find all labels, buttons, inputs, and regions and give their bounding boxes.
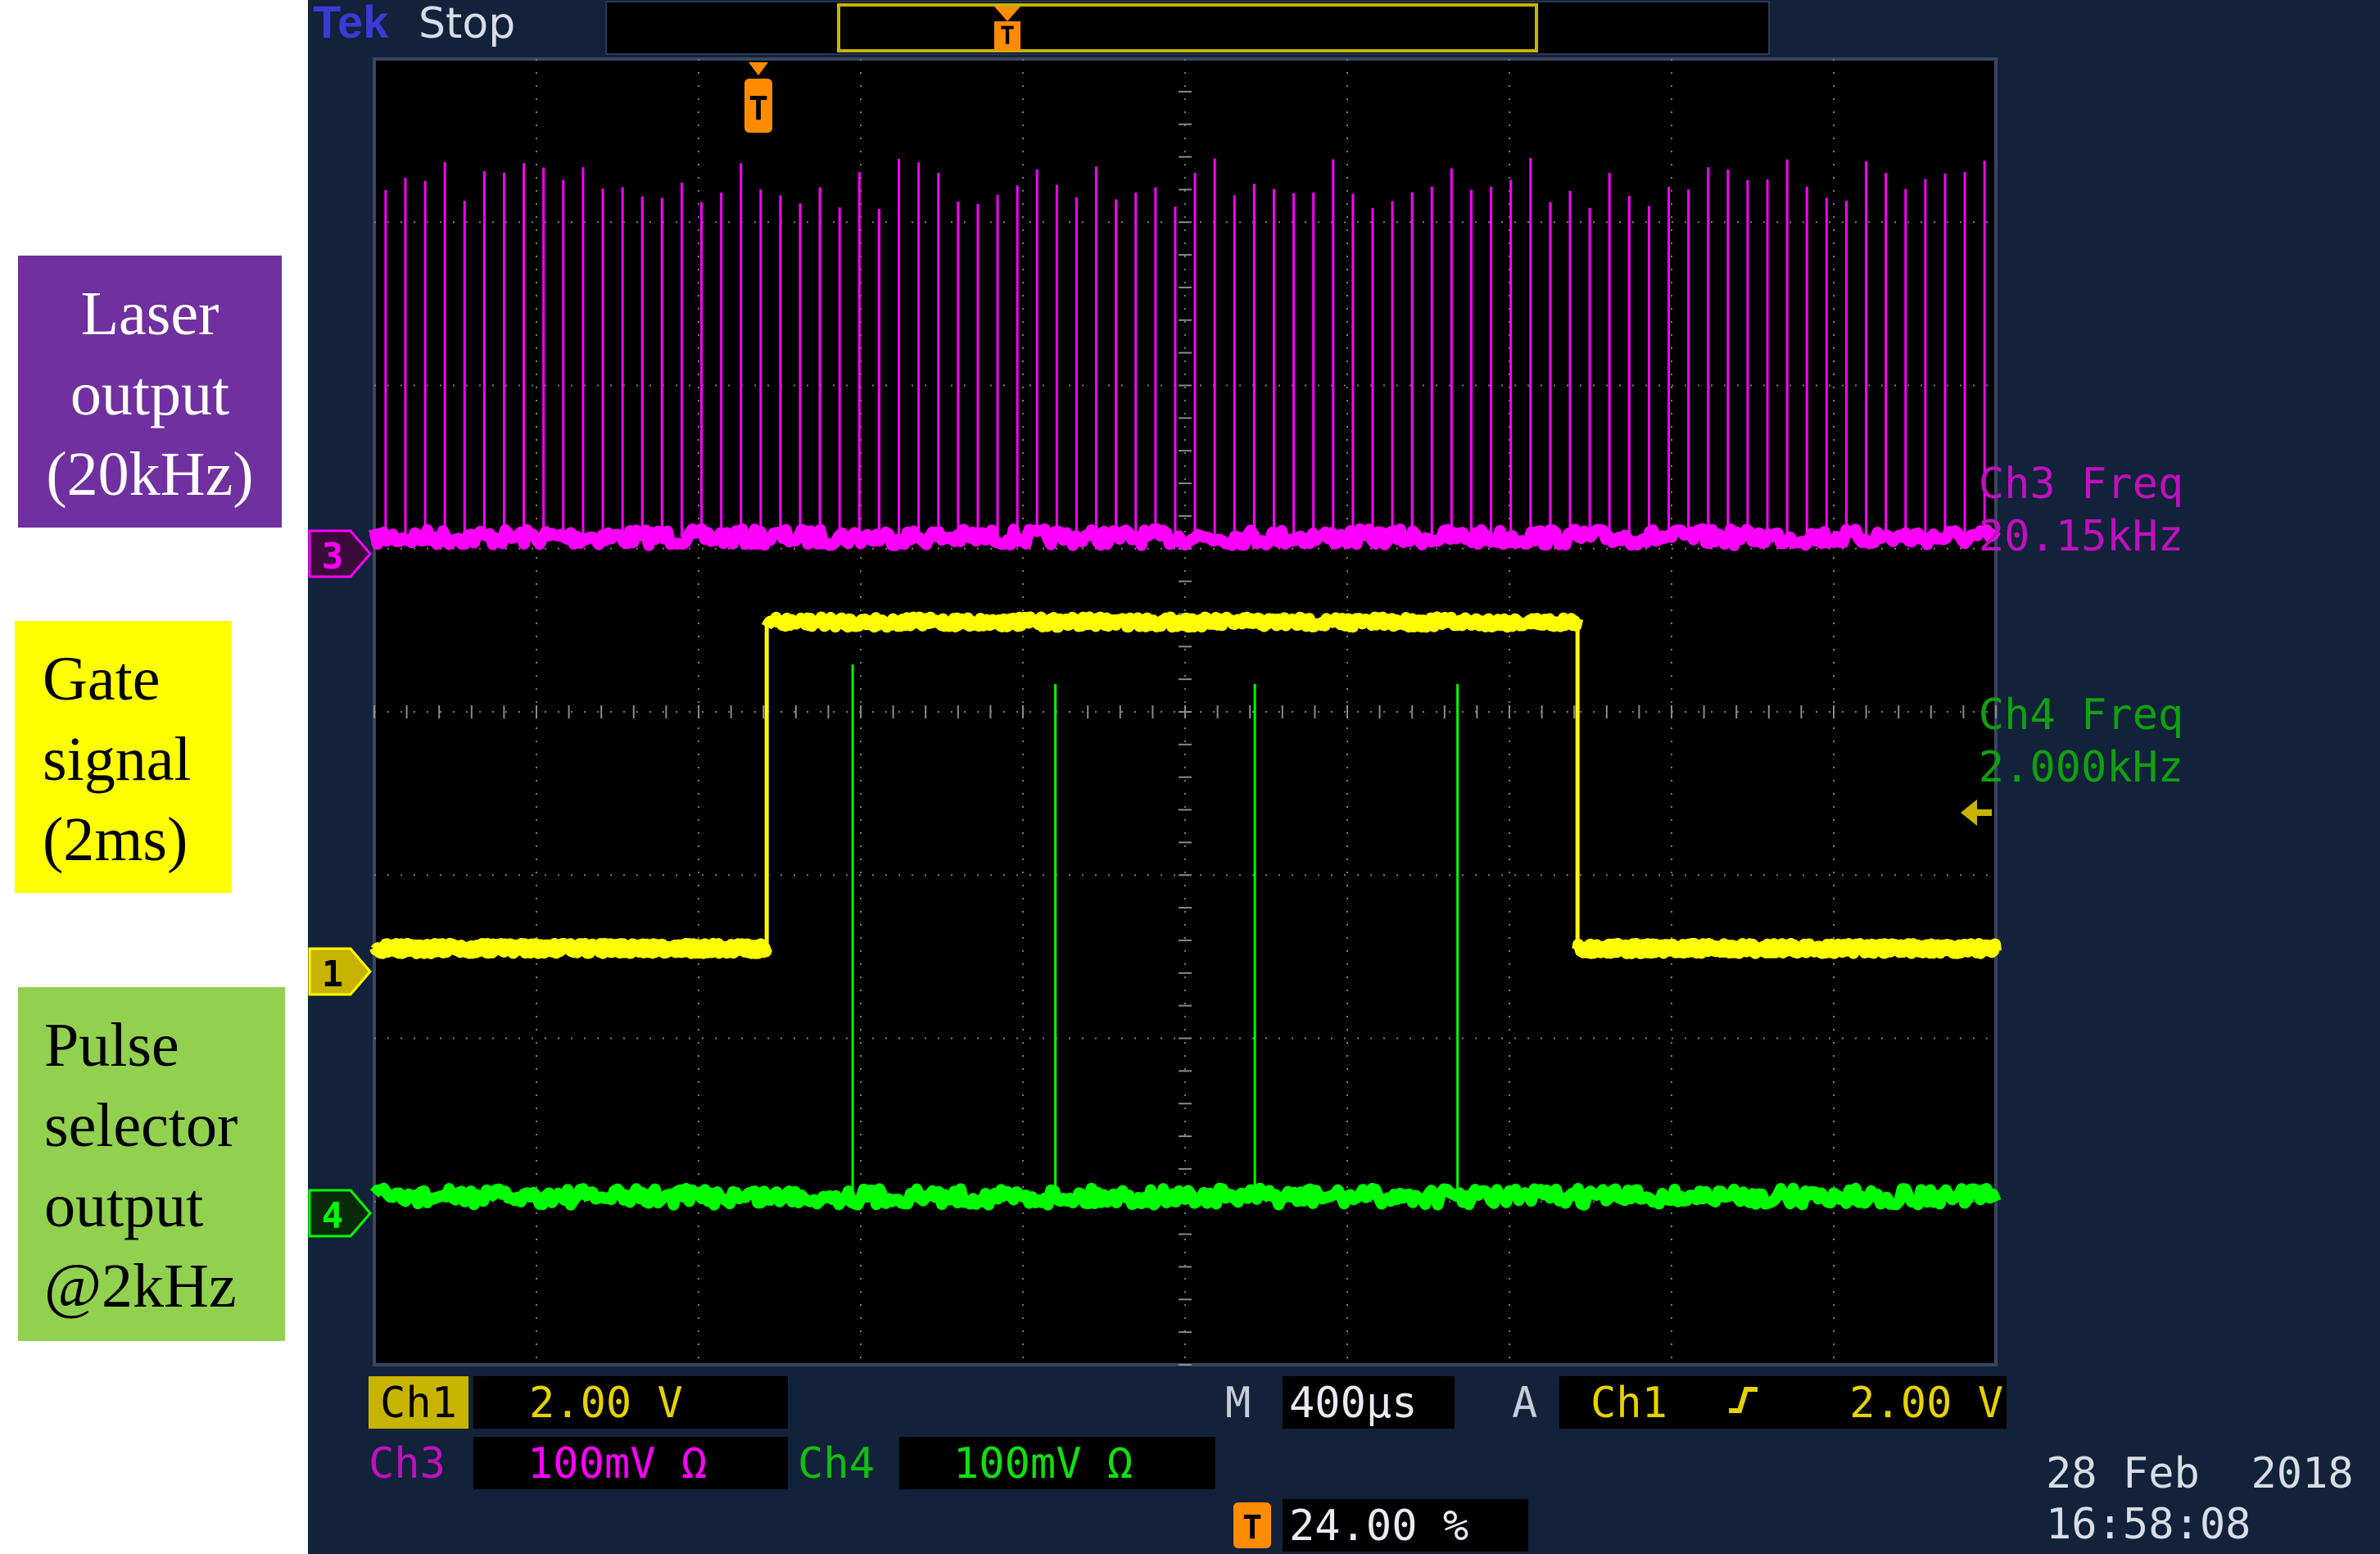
record-view-bar (605, 1, 1770, 55)
run-state: Stop (419, 0, 515, 48)
laser-output-annotation: Laser output (20kHz) (18, 256, 282, 528)
ch1-marker-label: 1 (322, 954, 344, 995)
timebase: 400µs (1289, 1379, 1418, 1428)
ch3-marker: 3 (308, 529, 372, 578)
trigger-pos-letter: T (1242, 1509, 1262, 1547)
annotation-line: output (44, 1171, 204, 1240)
annotation-line: @2kHz (44, 1252, 237, 1321)
annotation-line: signal (43, 725, 192, 794)
ch4-scale: 100mV Ω (953, 1439, 1133, 1488)
ch1-name: Ch1 (380, 1379, 457, 1428)
annotation-line: output (70, 360, 230, 428)
ch1-low-start (369, 937, 772, 959)
trigger-position-letter: T (749, 90, 768, 128)
ch3-freq-value: 20.15kHz (1979, 512, 2183, 561)
annotation-line: (2ms) (43, 805, 188, 874)
ch4-name: Ch4 (798, 1439, 875, 1488)
trigger-prefix: A (1512, 1379, 1537, 1428)
pulse-selector-annotation: Pulse selector output @2kHz (18, 987, 285, 1341)
annotation-line: Gate (43, 645, 161, 714)
ch1-scale: 2.00 V (529, 1379, 683, 1428)
ch3-marker-label: 3 (322, 536, 344, 578)
time: 16:58:08 (2046, 1500, 2251, 1549)
ch4-marker-label: 4 (322, 1195, 344, 1237)
ch1-marker: 1 (308, 947, 372, 996)
ch3-freq-label: Ch3 Freq (1979, 460, 2183, 509)
date: 28 Feb 2018 (2046, 1449, 2354, 1498)
ch3-name: Ch3 (369, 1439, 446, 1488)
oscilloscope-svg: Tek Stop T T 3 1 4 Ch3 Freq 20.15kHz Ch4… (308, 0, 2354, 1552)
brand-logo: Tek (313, 0, 389, 48)
ch1-high (761, 611, 1584, 633)
annotation-line: selector (44, 1091, 238, 1160)
ch4-marker: 4 (308, 1189, 372, 1238)
annotation-line: Laser (80, 279, 219, 348)
ch4-freq-value: 2.000kHz (1979, 743, 2183, 792)
trigger-position: 24.00 % (1289, 1502, 1468, 1551)
trigger-level: 2.00 V (1849, 1379, 2003, 1428)
trigger-level-arrow-stem (1975, 809, 1992, 816)
ch3-scale: 100mV Ω (527, 1439, 707, 1488)
oscilloscope-display: Tek Stop T T 3 1 4 Ch3 Freq 20.15kHz Ch4… (308, 0, 2380, 1554)
trigger-source: Ch1 (1590, 1379, 1667, 1428)
timebase-prefix: M (1225, 1379, 1251, 1428)
annotation-line: (20kHz) (46, 440, 254, 509)
ch4-freq-label: Ch4 Freq (1979, 691, 2183, 740)
gate-signal-annotation: Gate signal (2ms) (15, 621, 232, 893)
record-trigger-letter: T (1000, 22, 1015, 51)
annotation-line: Pulse (44, 1011, 179, 1080)
ch1-low-end (1572, 937, 2002, 959)
